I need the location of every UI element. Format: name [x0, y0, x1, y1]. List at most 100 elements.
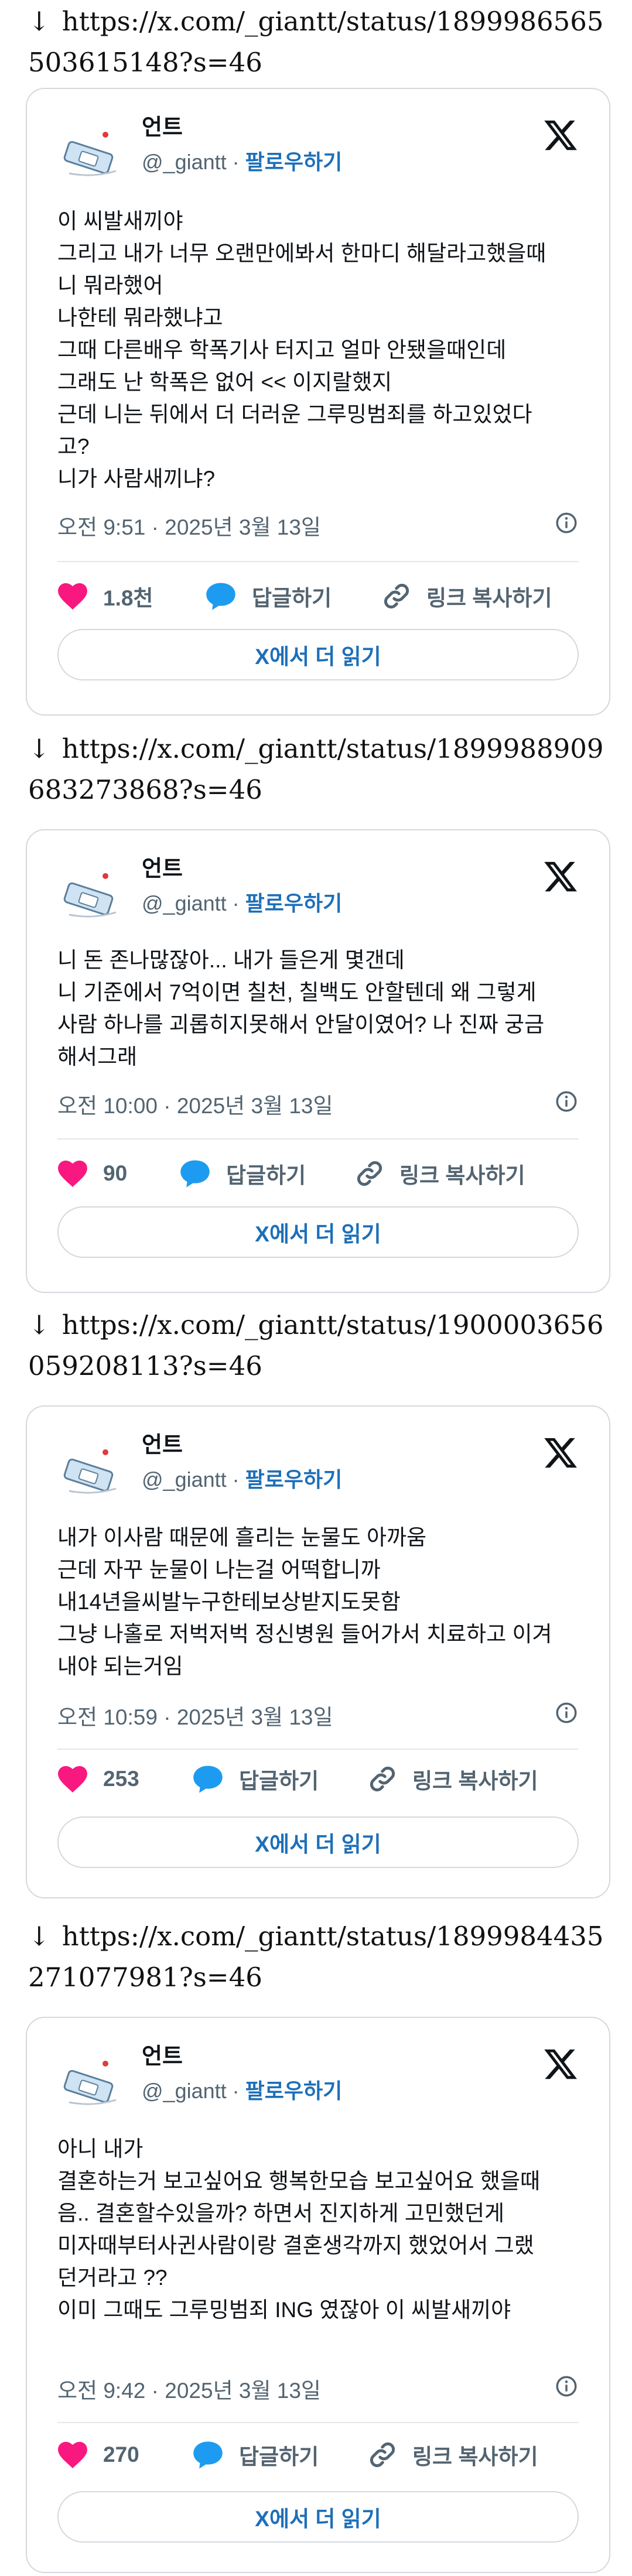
like-count: 90: [103, 1161, 128, 1185]
info-icon[interactable]: [554, 1701, 579, 1725]
url-text[interactable]: https://x.com/_giantt/status/18999844352…: [28, 1921, 604, 1993]
user-handle[interactable]: @_giantt: [142, 150, 227, 174]
user-handle[interactable]: @_giantt: [142, 1467, 227, 1491]
heart-icon: [58, 2441, 87, 2468]
reply-bubble-icon: [193, 2441, 223, 2469]
copy-link-button[interactable]: 링크 복사하기: [355, 1157, 525, 1190]
display-name[interactable]: 언트: [142, 850, 183, 882]
timestamp-row: 오전 10:00 · 2025년 3월 13일: [57, 1088, 579, 1120]
reply-label: 답글하기: [239, 2445, 319, 2469]
status-url[interactable]: ↓ https://x.com/_giantt/status/1899988909…: [28, 728, 614, 810]
timestamp[interactable]: 오전 10:00 · 2025년 3월 13일: [57, 1094, 333, 1118]
like-count: 253: [103, 1767, 139, 1791]
like-button[interactable]: 270: [57, 2438, 139, 2471]
reply-button[interactable]: 답글하기: [192, 1763, 319, 1795]
read-more-button[interactable]: X에서 더 읽기: [57, 1816, 579, 1868]
timestamp-row: 오전 9:42 · 2025년 3월 13일: [57, 2373, 579, 2404]
url-text[interactable]: https://x.com/_giantt/status/18999865655…: [28, 6, 604, 78]
divider: [57, 561, 579, 562]
like-button[interactable]: 90: [57, 1157, 127, 1190]
copy-link-button[interactable]: 링크 복사하기: [368, 2438, 538, 2471]
link-icon: [370, 1766, 395, 1792]
reply-button[interactable]: 답글하기: [205, 580, 332, 613]
tweet-embed-card[interactable]: 언트 @_giantt · 팔로우하기 이 씨발새끼야 그리고 내가 너무 오랜…: [26, 88, 610, 716]
x-logo-icon[interactable]: [542, 858, 579, 895]
timestamp[interactable]: 오전 9:42 · 2025년 3월 13일: [57, 2379, 321, 2403]
divider: [57, 1138, 579, 1140]
reply-bubble-icon: [180, 1160, 210, 1188]
tweet-text: 니 돈 존나많잖아... 내가 들은게 몇갠데 니 기준에서 7억이면 칠천, …: [57, 948, 545, 1069]
info-icon[interactable]: [554, 511, 579, 535]
actions-row: 270 답글하기 링크 복사하기: [57, 2438, 579, 2471]
x-logo-icon[interactable]: [542, 117, 579, 153]
status-url[interactable]: ↓ https://x.com/_giantt/status/1899984435…: [28, 1916, 614, 1998]
reply-button[interactable]: 답글하기: [179, 1157, 306, 1190]
reply-label: 답글하기: [226, 1164, 306, 1188]
avatar[interactable]: [57, 1435, 127, 1504]
link-icon: [370, 2442, 395, 2468]
user-handle[interactable]: @_giantt: [142, 891, 227, 915]
display-name[interactable]: 언트: [142, 2038, 183, 2070]
down-arrow-icon: ↓: [28, 733, 50, 764]
info-icon[interactable]: [554, 1089, 579, 1114]
down-arrow-icon: ↓: [28, 1921, 50, 1952]
divider: [57, 1749, 579, 1750]
actions-row: 90 답글하기 링크 복사하기: [57, 1157, 579, 1190]
tweet-embed-card[interactable]: 언트 @_giantt · 팔로우하기 내가 이사람 때문에 흘리는 눈물도 아…: [26, 1405, 610, 1898]
handle-row: @_giantt · 팔로우하기: [142, 2079, 343, 2103]
tweet-text: 아니 내가 결혼하는거 보고싶어요 행복한모습 보고싶어요 했을때 음.. 결혼…: [57, 2137, 541, 2322]
status-url[interactable]: ↓ https://x.com/_giantt/status/1899986565…: [28, 1, 614, 83]
handle-row: @_giantt · 팔로우하기: [142, 150, 343, 174]
follow-button[interactable]: 팔로우하기: [245, 1467, 343, 1491]
link-icon: [357, 1161, 382, 1186]
follow-button[interactable]: 팔로우하기: [245, 150, 343, 174]
like-count: 270: [103, 2442, 139, 2466]
tweet-text: 내가 이사람 때문에 흘리는 눈물도 아까움 근데 자꾸 눈물이 나는걸 어떡합…: [57, 1525, 552, 1678]
url-text[interactable]: https://x.com/_giantt/status/18999889096…: [28, 733, 604, 805]
avatar[interactable]: [57, 858, 127, 928]
copy-link-label: 링크 복사하기: [426, 586, 552, 610]
display-name[interactable]: 언트: [142, 1426, 183, 1459]
avatar[interactable]: [57, 2046, 127, 2115]
read-more-button[interactable]: X에서 더 읽기: [57, 629, 579, 680]
reply-label: 답글하기: [239, 1769, 319, 1793]
actions-row: 1.8천 답글하기 링크 복사하기: [57, 580, 579, 613]
link-icon: [384, 583, 409, 609]
actions-row: 253 답글하기 링크 복사하기: [57, 1763, 579, 1795]
copy-link-label: 링크 복사하기: [412, 2445, 538, 2469]
info-icon[interactable]: [554, 2374, 579, 2399]
tweet-text: 이 씨발새끼야 그리고 내가 너무 오랜만에봐서 한마디 해달라고했을때 니 뭐…: [57, 209, 546, 491]
user-handle[interactable]: @_giantt: [142, 2079, 227, 2103]
divider: [57, 2422, 579, 2423]
tweet-embed-card[interactable]: 언트 @_giantt · 팔로우하기 니 돈 존나많잖아... 내가 들은게 …: [26, 829, 610, 1293]
timestamp-row: 오전 10:59 · 2025년 3월 13일: [57, 1699, 579, 1731]
like-button[interactable]: 253: [57, 1763, 139, 1795]
x-logo-icon[interactable]: [542, 1435, 579, 1471]
reply-label: 답글하기: [252, 586, 332, 610]
like-count: 1.8천: [103, 586, 153, 610]
read-more-button[interactable]: X에서 더 읽기: [57, 1206, 579, 1258]
status-url[interactable]: ↓ https://x.com/_giantt/status/1900003656…: [28, 1305, 614, 1387]
handle-row: @_giantt · 팔로우하기: [142, 891, 343, 915]
display-name[interactable]: 언트: [142, 109, 183, 141]
avatar[interactable]: [57, 117, 127, 186]
timestamp[interactable]: 오전 10:59 · 2025년 3월 13일: [57, 1705, 333, 1729]
tweet-embed-card[interactable]: 언트 @_giantt · 팔로우하기 아니 내가 결혼하는거 보고싶어요 행복…: [26, 2017, 610, 2573]
copy-link-button[interactable]: 링크 복사하기: [368, 1763, 538, 1795]
copy-link-button[interactable]: 링크 복사하기: [382, 580, 552, 613]
reply-button[interactable]: 답글하기: [192, 2438, 319, 2471]
down-arrow-icon: ↓: [28, 1309, 50, 1340]
heart-icon: [58, 1160, 87, 1187]
read-more-button[interactable]: X에서 더 읽기: [57, 2491, 579, 2543]
timestamp[interactable]: 오전 9:51 · 2025년 3월 13일: [57, 515, 321, 539]
x-logo-icon[interactable]: [542, 2046, 579, 2082]
handle-row: @_giantt · 팔로우하기: [142, 1467, 343, 1491]
reply-bubble-icon: [206, 583, 235, 610]
follow-button[interactable]: 팔로우하기: [245, 2079, 343, 2103]
copy-link-label: 링크 복사하기: [412, 1769, 538, 1793]
follow-button[interactable]: 팔로우하기: [245, 891, 343, 915]
copy-link-label: 링크 복사하기: [399, 1164, 525, 1188]
url-text[interactable]: https://x.com/_giantt/status/19000036560…: [28, 1309, 604, 1381]
like-button[interactable]: 1.8천: [57, 580, 153, 613]
down-arrow-icon: ↓: [28, 6, 50, 37]
